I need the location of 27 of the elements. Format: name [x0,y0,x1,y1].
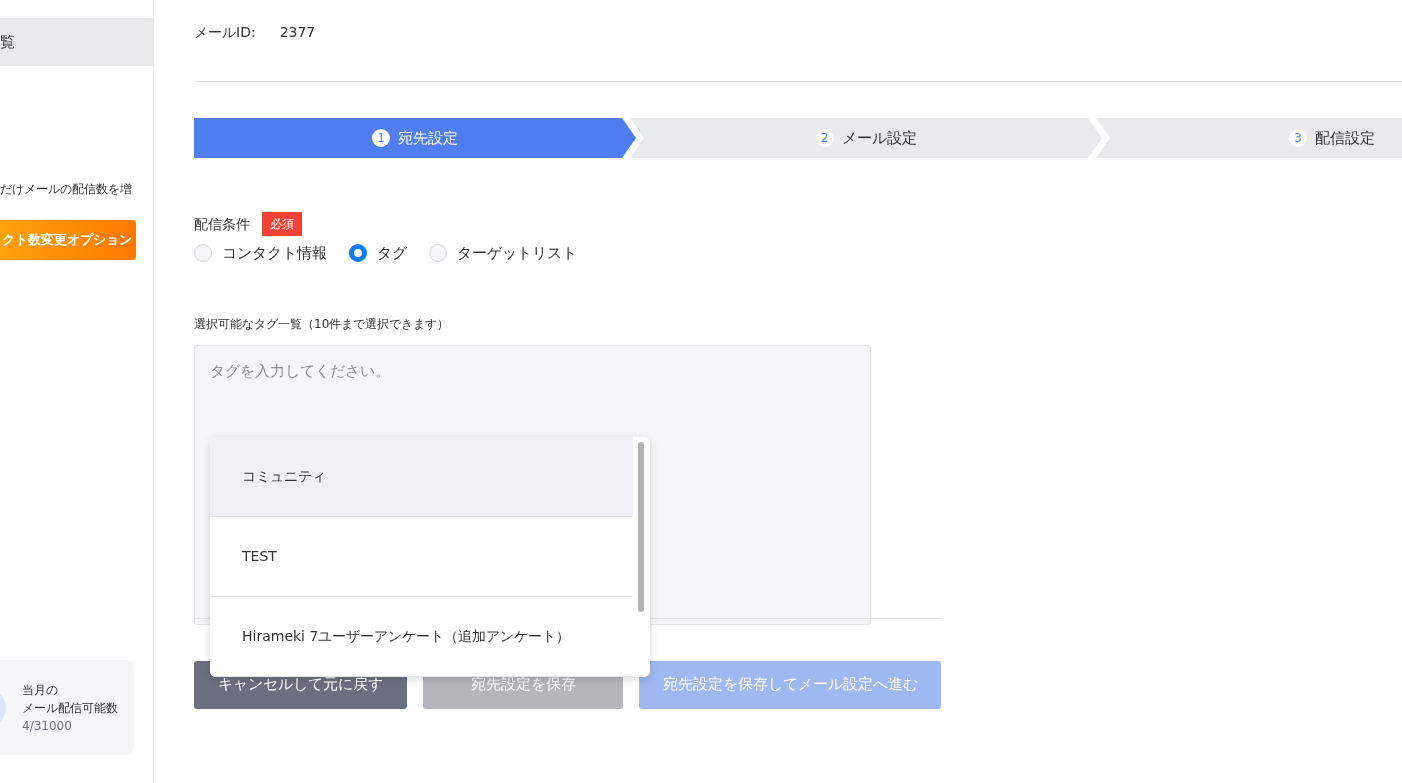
step-label: メール設定 [841,127,917,149]
radio-label: コンタクト情報 [222,243,327,264]
scrollbar-thumb[interactable] [638,442,644,612]
sidebar-item[interactable]: 覧 [0,18,153,66]
suggestion-item[interactable]: コミュニティ [210,437,633,517]
radio-label: ターゲットリスト [457,243,577,264]
step-label: 宛先設定 [398,127,458,149]
step-number: 1 [372,129,390,147]
step-label: 配信設定 [1315,127,1375,149]
step-tab[interactable]: 2 メール設定 [630,118,1102,158]
quota-count: 4/31000 [22,717,73,735]
required-badge: 必須 [262,212,302,236]
suggestion-item[interactable]: Hirameki 7ユーザーアンケート（追加アンケート） [210,597,633,677]
mail-id-label: メールID: [194,23,256,42]
step-number: 2 [815,129,834,147]
promo-text: だけメールの配信数を増 [0,181,133,198]
quota-title: メール配信可能数 [22,699,118,717]
step-tab[interactable]: 3 配信設定 [1096,118,1402,158]
mail-id-value: 2377 [279,23,316,42]
quota-title: 当月の [22,681,59,699]
radio-label: タグ [377,243,407,264]
field-label: 選択可能なタグ一覧（10件まで選択できます） [194,315,451,333]
condition-label: 配信条件 [194,214,250,234]
step-tab[interactable]: 1 宛先設定 [194,118,636,158]
radio-button[interactable] [349,244,367,263]
step-number: 3 [1289,129,1307,147]
suggestion-item[interactable]: TEST [210,517,633,597]
